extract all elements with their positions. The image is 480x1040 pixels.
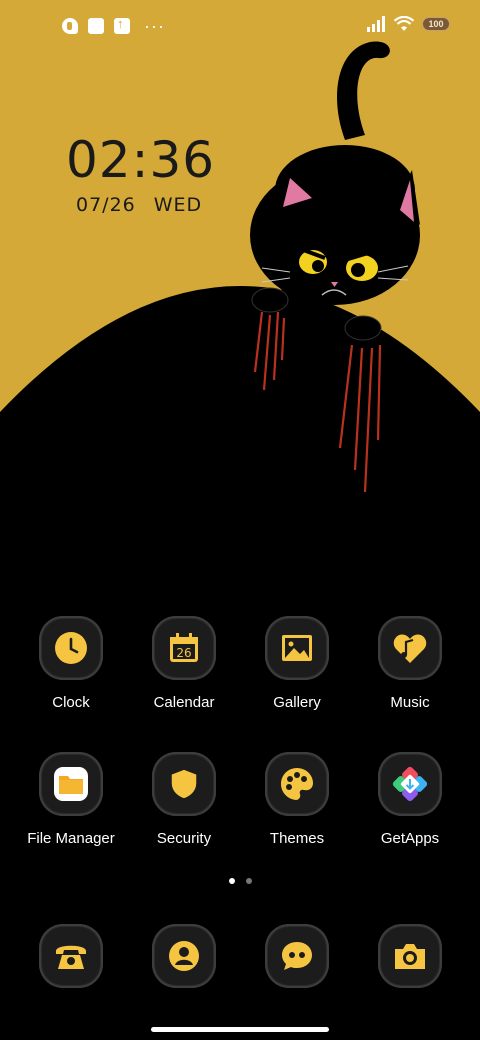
clock-time: 02:36 xyxy=(66,131,216,189)
page-dot-2[interactable] xyxy=(246,878,252,884)
app-label: Calendar xyxy=(153,694,215,711)
app-label: Security xyxy=(156,830,212,847)
calendar-day: 26 xyxy=(176,646,191,660)
app-label: GetApps xyxy=(380,830,440,847)
page-dot-1[interactable] xyxy=(229,878,235,884)
app-notification-icon xyxy=(62,18,78,34)
app-music[interactable]: Music xyxy=(354,616,466,711)
signal-icon xyxy=(367,16,385,32)
music-icon xyxy=(378,616,442,680)
dock-phone[interactable] xyxy=(15,924,127,988)
app-label: File Manager xyxy=(27,830,115,847)
shield-icon xyxy=(152,752,216,816)
dock-contacts[interactable] xyxy=(128,924,240,988)
app-label: Themes xyxy=(269,830,325,847)
more-notifications-icon: ··· xyxy=(144,16,165,36)
gallery-icon xyxy=(265,616,329,680)
app-file-manager[interactable]: File Manager xyxy=(15,752,127,847)
phone-icon xyxy=(39,924,103,988)
app-clock[interactable]: Clock xyxy=(15,616,127,711)
home-indicator[interactable] xyxy=(151,1027,329,1032)
palette-icon xyxy=(265,752,329,816)
wifi-icon xyxy=(394,16,414,31)
clock-widget[interactable]: 02:36 07/26 WED xyxy=(66,130,216,216)
page-indicator[interactable] xyxy=(229,878,252,884)
messages-icon xyxy=(265,924,329,988)
dock-camera[interactable] xyxy=(354,924,466,988)
folder-icon xyxy=(39,752,103,816)
app-calendar[interactable]: 26 Calendar xyxy=(128,616,240,711)
app-security[interactable]: Security xyxy=(128,752,240,847)
dock-messages[interactable] xyxy=(241,924,353,988)
contacts-icon xyxy=(152,924,216,988)
calendar-icon: 26 xyxy=(152,616,216,680)
app-getapps[interactable]: GetApps xyxy=(354,752,466,847)
upload-notification-icon xyxy=(114,16,130,34)
battery-indicator: 100 xyxy=(422,17,450,31)
weekday-text: WED xyxy=(153,194,203,216)
app-gallery[interactable]: Gallery xyxy=(241,616,353,711)
square-notification-icon xyxy=(88,18,104,34)
app-label: Clock xyxy=(52,694,90,711)
getapps-icon xyxy=(378,752,442,816)
system-icons: 100 xyxy=(366,16,450,32)
camera-icon xyxy=(378,924,442,988)
date-text: 07/26 xyxy=(76,194,136,216)
notification-icons: ··· xyxy=(62,16,165,36)
status-bar: ··· 100 xyxy=(0,0,480,56)
app-label: Music xyxy=(390,694,430,711)
app-label: Gallery xyxy=(273,694,321,711)
clock-date: 07/26 WED xyxy=(76,194,202,216)
clock-icon xyxy=(39,616,103,680)
app-themes[interactable]: Themes xyxy=(241,752,353,847)
